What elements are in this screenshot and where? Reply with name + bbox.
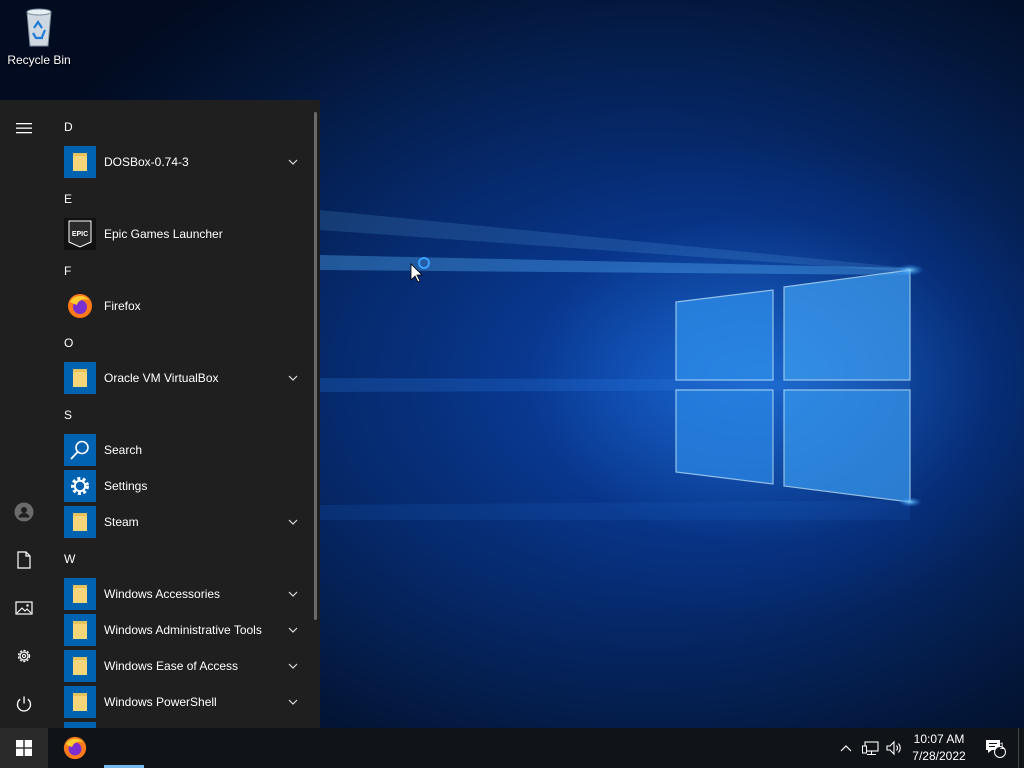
volume-button[interactable] (884, 728, 906, 768)
app-item-firefox[interactable]: Firefox (56, 288, 308, 324)
settings-button[interactable] (0, 632, 48, 680)
folder-icon (73, 585, 87, 603)
chevron-down-icon[interactable] (286, 587, 300, 601)
user-icon (14, 502, 34, 522)
app-item-steam[interactable]: Steam (56, 504, 308, 540)
search-tile (64, 434, 96, 466)
app-name: DOSBox-0.74-3 (104, 155, 189, 169)
settings-tile (64, 470, 96, 502)
documents-button[interactable] (0, 536, 48, 584)
network-icon (862, 741, 879, 756)
clock-date: 7/28/2022 (912, 749, 966, 763)
folder-tile (64, 578, 96, 610)
app-name: Oracle VM VirtualBox (104, 371, 219, 385)
chevron-up-icon (840, 745, 852, 752)
folder-tile (64, 614, 96, 646)
folder-tile (64, 362, 96, 394)
app-name: Search (104, 443, 143, 457)
folder-icon (73, 513, 87, 531)
power-icon (16, 696, 32, 712)
app-name: Firefox (104, 299, 141, 313)
taskbar: 10:07 AM 7/28/2022 1 (0, 728, 1024, 768)
speaker-icon (886, 740, 901, 756)
firefox-icon (63, 736, 87, 760)
chevron-down-icon[interactable] (286, 659, 300, 673)
chevron-down-icon[interactable] (286, 155, 300, 169)
document-icon (17, 551, 31, 569)
group-header-w[interactable]: W (56, 540, 308, 576)
clock[interactable]: 10:07 AM 7/28/2022 (904, 731, 974, 765)
start-menu: D DOSBox-0.74-3 E EPIC Epic Games Launch… (0, 100, 320, 728)
power-button[interactable] (0, 680, 48, 728)
app-item-windows-administrative-tools[interactable]: Windows Administrative Tools (56, 612, 308, 648)
folder-icon (73, 153, 87, 171)
notification-count-badge: 1 (999, 741, 1005, 751)
show-hidden-icons-button[interactable] (836, 728, 856, 768)
folder-tile (64, 650, 96, 682)
pictures-button[interactable] (0, 584, 48, 632)
folder-icon (73, 657, 87, 675)
group-header-s[interactable]: S (56, 396, 308, 432)
app-item-epic-games-launcher[interactable]: EPIC Epic Games Launcher (56, 216, 308, 252)
folder-icon (73, 369, 87, 387)
desktop-icon-label: Recycle Bin (7, 53, 71, 67)
firefox-tile (64, 290, 96, 322)
folder-icon (73, 621, 87, 639)
app-item-partial[interactable] (56, 720, 308, 728)
busy-cursor-icon (410, 257, 430, 282)
group-header-e[interactable]: E (56, 180, 308, 216)
app-item-search[interactable]: Search (56, 432, 308, 468)
app-item-dosbox[interactable]: DOSBox-0.74-3 (56, 144, 308, 180)
network-button[interactable] (860, 728, 882, 768)
hamburger-icon (16, 123, 32, 134)
folder-tile (64, 686, 96, 718)
app-name: Windows Ease of Access (104, 659, 239, 673)
expand-menu-button[interactable] (0, 104, 48, 152)
app-name: Windows Accessories (104, 587, 221, 601)
picture-icon (15, 601, 33, 615)
app-name: Epic Games Launcher (104, 227, 223, 241)
firefox-icon (68, 294, 92, 318)
chevron-down-icon[interactable] (286, 515, 300, 529)
chevron-down-icon[interactable] (286, 695, 300, 709)
folder-tile (64, 146, 96, 178)
app-name: Windows Administrative Tools (104, 623, 262, 637)
start-button[interactable] (0, 728, 48, 768)
app-item-settings[interactable]: Settings (56, 468, 308, 504)
app-item-windows-powershell[interactable]: Windows PowerShell (56, 684, 308, 720)
chevron-down-icon[interactable] (286, 623, 300, 637)
app-item-oracle-vm-virtualbox[interactable]: Oracle VM VirtualBox (56, 360, 308, 396)
recycle-bin-icon (26, 8, 52, 47)
gear-icon (71, 477, 89, 495)
app-name: Steam (104, 515, 139, 529)
search-icon (70, 440, 89, 460)
all-apps-list: D DOSBox-0.74-3 E EPIC Epic Games Launch… (56, 108, 308, 728)
gear-icon (17, 649, 31, 663)
taskbar-firefox-button[interactable] (52, 728, 98, 768)
user-account-button[interactable] (0, 488, 48, 536)
group-header-f[interactable]: F (56, 252, 308, 288)
app-item-windows-accessories[interactable]: Windows Accessories (56, 576, 308, 612)
chevron-down-icon[interactable] (286, 371, 300, 385)
desktop-icon-recycle-bin[interactable]: Recycle Bin (4, 6, 74, 67)
clock-time: 10:07 AM (913, 732, 965, 746)
epic-games-icon: EPIC (64, 218, 96, 250)
folder-icon (73, 693, 87, 711)
app-list-scrollbar[interactable] (314, 112, 317, 620)
start-menu-rail (0, 100, 48, 728)
folder-tile (64, 506, 96, 538)
group-header-d[interactable]: D (56, 108, 308, 144)
epic-tile-text: EPIC (71, 230, 89, 238)
app-name: Settings (104, 479, 148, 493)
show-desktop-button[interactable] (1018, 728, 1024, 768)
group-header-o[interactable]: O (56, 324, 308, 360)
action-center-button[interactable]: 1 (980, 728, 1010, 768)
app-name: Windows PowerShell (104, 695, 217, 709)
app-item-windows-ease-of-access[interactable]: Windows Ease of Access (56, 648, 308, 684)
windows-logo-icon (16, 740, 32, 756)
